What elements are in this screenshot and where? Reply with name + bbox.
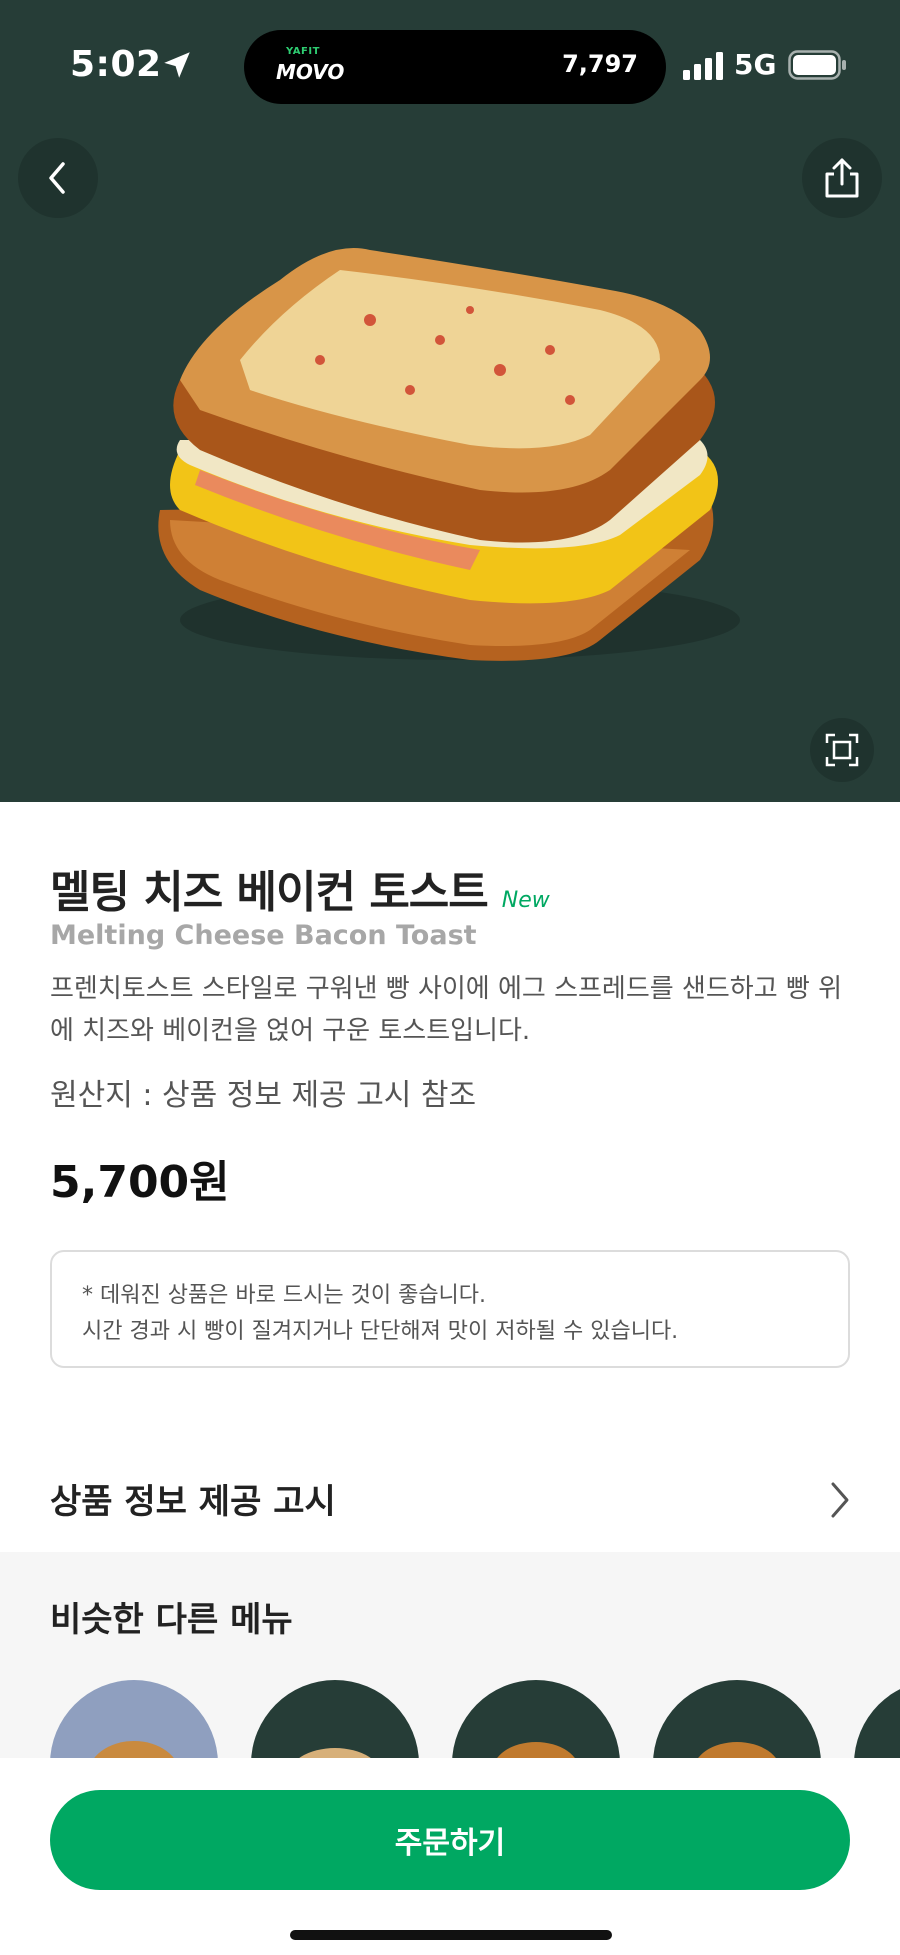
origin-text: 원산지 : 상품 정보 제공 고시 참조 bbox=[50, 1078, 477, 1113]
back-icon bbox=[49, 162, 65, 194]
island-brand: MOVO bbox=[276, 60, 345, 84]
notice-box: * 데워진 상품은 바로 드시는 것이 좋습니다. 시간 경과 시 빵이 질겨지… bbox=[50, 1250, 850, 1368]
island-brand-small: YAFIT bbox=[286, 46, 320, 57]
battery-icon bbox=[788, 50, 846, 80]
share-icon bbox=[825, 158, 859, 198]
zoom-icon bbox=[825, 733, 859, 767]
notice-line-1: * 데워진 상품은 바로 드시는 것이 좋습니다. bbox=[82, 1283, 487, 1308]
order-button[interactable]: 주문하기 bbox=[50, 1790, 850, 1890]
product-price: 5,700원 bbox=[50, 1157, 230, 1208]
movo-logo: YAFIT MOVO bbox=[276, 46, 344, 92]
back-button[interactable] bbox=[18, 138, 98, 218]
product-info-label: 상품 정보 제공 고시 bbox=[50, 1482, 336, 1522]
chevron-right-icon bbox=[831, 1482, 849, 1518]
zoom-button[interactable] bbox=[810, 718, 874, 782]
network-label: 5G bbox=[734, 48, 777, 81]
new-badge: New bbox=[501, 888, 550, 913]
location-arrow-icon bbox=[164, 52, 190, 78]
product-image bbox=[158, 248, 740, 661]
product-name-en: Melting Cheese Bacon Toast bbox=[50, 920, 477, 951]
title-row: 멜팅 치즈 베이컨 토스트 New bbox=[50, 856, 550, 920]
product-description: 프렌치토스트 스타일로 구워낸 빵 사이에 에그 스프레드를 샌드하고 빵 위에… bbox=[50, 974, 842, 1046]
similar-menu-title: 비슷한 다른 메뉴 bbox=[50, 1600, 293, 1640]
signal-icon bbox=[683, 52, 723, 80]
step-count: 7,797 bbox=[562, 50, 638, 78]
dynamic-island: YAFIT MOVO 7,797 bbox=[244, 30, 666, 104]
bottom-bar: 주문하기 bbox=[0, 1758, 900, 1955]
status-bar: 5:02 YAFIT MOVO 7,797 5G bbox=[0, 0, 900, 130]
status-time: 5:02 bbox=[70, 44, 162, 85]
notice-line-2: 시간 경과 시 빵이 질겨지거나 단단해져 맛이 저하될 수 있습니다. bbox=[82, 1319, 679, 1344]
product-info-link[interactable]: 상품 정보 제공 고시 bbox=[0, 1442, 900, 1552]
product-name: 멜팅 치즈 베이컨 토스트 bbox=[50, 867, 489, 918]
home-indicator bbox=[290, 1930, 612, 1940]
product-hero: 5:02 YAFIT MOVO 7,797 5G bbox=[0, 0, 900, 802]
share-button[interactable] bbox=[802, 138, 882, 218]
